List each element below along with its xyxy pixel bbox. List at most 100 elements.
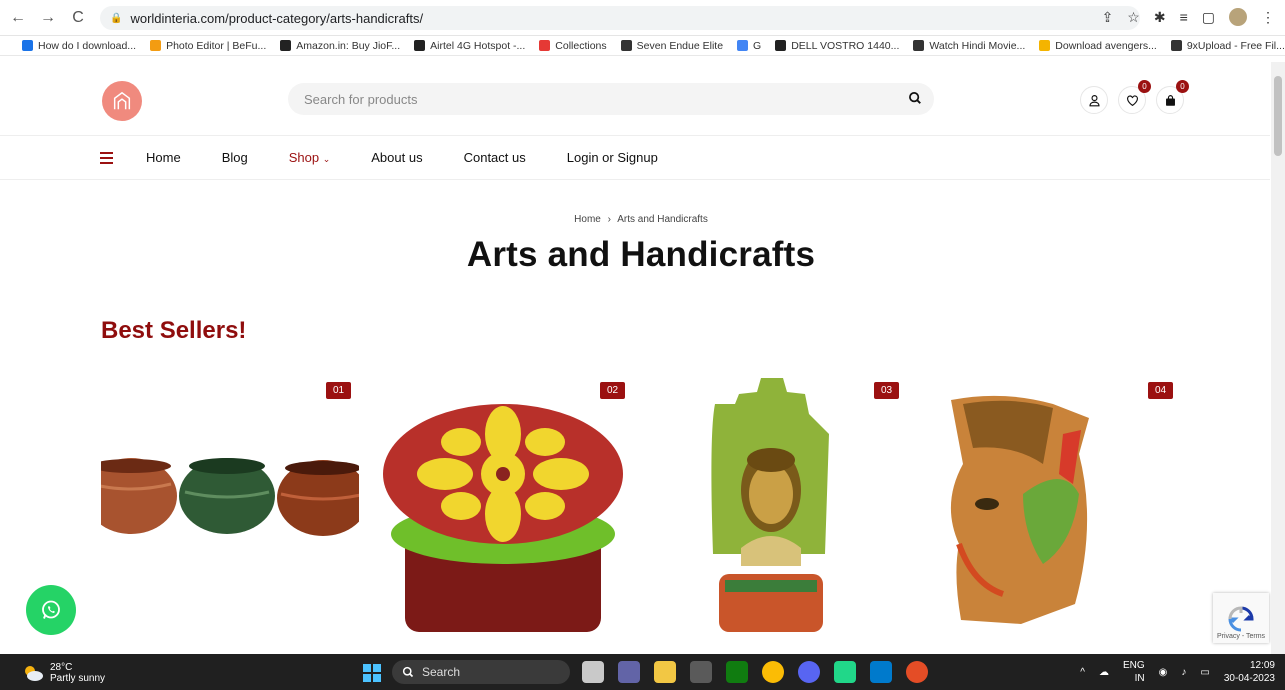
xbox-icon[interactable]: [726, 661, 748, 683]
product-card-4[interactable]: 04: [923, 374, 1181, 632]
wifi-icon[interactable]: ◉: [1159, 667, 1168, 678]
bookmark-item[interactable]: DELL VOSTRO 1440...: [775, 40, 899, 52]
settings-icon[interactable]: [690, 661, 712, 683]
bookmark-item[interactable]: How do I download...: [22, 40, 136, 52]
page-scrollbar[interactable]: [1271, 62, 1285, 654]
bookmark-label: G: [753, 39, 762, 52]
product-image-painted-drum[interactable]: [375, 374, 633, 632]
chrome-icon[interactable]: [762, 661, 784, 683]
wishlist-button[interactable]: 0: [1118, 80, 1151, 114]
vscode-icon[interactable]: [870, 661, 892, 683]
hamburger-menu-icon[interactable]: [100, 152, 113, 167]
bookmark-label: DELL VOSTRO 1440...: [791, 39, 900, 52]
nav-contact[interactable]: Contact us: [464, 150, 526, 165]
main-navigation: Home Blog Shop ⌄ About us Contact us Log…: [0, 137, 1270, 180]
bookmark-item[interactable]: G: [737, 40, 761, 52]
cart-button[interactable]: 0: [1156, 80, 1189, 114]
task-view-icon[interactable]: [582, 661, 604, 683]
windows-start-icon[interactable]: [363, 664, 381, 682]
breadcrumb-home[interactable]: Home: [574, 214, 601, 225]
bookmark-item[interactable]: Airtel 4G Hotspot -...: [414, 40, 525, 52]
taskbar-search[interactable]: Search: [392, 660, 570, 684]
product-image-clay-pots[interactable]: [85, 374, 369, 632]
product-image-buddha-hand[interactable]: [649, 374, 907, 632]
extensions-icon[interactable]: ✱: [1154, 9, 1166, 26]
recaptcha-label: Privacy - Terms: [1216, 633, 1266, 640]
bookmark-label: Seven Endue Elite: [636, 39, 724, 52]
account-button[interactable]: [1080, 86, 1108, 114]
bookmark-label: 9xUpload - Free Fil...: [1186, 39, 1285, 52]
discord-icon[interactable]: [798, 661, 820, 683]
chrome-dev-icon[interactable]: [906, 661, 928, 683]
search-icon[interactable]: [908, 91, 922, 105]
bookmark-item[interactable]: Collections: [539, 39, 607, 52]
teams-chat-icon[interactable]: [618, 661, 640, 683]
star-icon[interactable]: ☆: [1127, 9, 1140, 26]
taskbar-apps: [582, 661, 928, 683]
nav-about[interactable]: About us: [371, 150, 422, 165]
site-logo[interactable]: [102, 81, 142, 121]
recaptcha-badge[interactable]: Privacy - Terms: [1213, 593, 1269, 643]
weather-condition: Partly sunny: [50, 673, 106, 684]
share-icon[interactable]: ⇪: [1102, 9, 1114, 26]
partly-sunny-icon: [25, 666, 43, 681]
url-text: worldinteria.com/product-category/arts-h…: [130, 10, 424, 26]
breadcrumb-separator: ›: [607, 214, 611, 225]
weather-widget[interactable]: 28°C Partly sunny: [22, 662, 105, 684]
bookmark-favicon-icon: [539, 40, 551, 51]
bookmark-favicon-icon: [737, 40, 749, 51]
product-card-3[interactable]: 03: [649, 374, 907, 632]
back-icon[interactable]: ←: [6, 6, 30, 30]
nav-blog[interactable]: Blog: [222, 150, 248, 165]
search-icon: [402, 666, 414, 678]
bookmark-item[interactable]: Photo Editor | BeFu...: [150, 40, 266, 52]
windows-taskbar: 28°C Partly sunny Search ^ ☁ ENG IN ◉ ♪: [0, 654, 1285, 690]
nav-home[interactable]: Home: [146, 150, 181, 165]
bookmark-item[interactable]: Download avengers...: [1039, 40, 1157, 52]
forward-icon[interactable]: →: [36, 6, 60, 30]
menu-icon[interactable]: ⋮: [1261, 9, 1275, 26]
volume-icon[interactable]: ♪: [1181, 667, 1186, 678]
clock-time: 12:09: [1249, 660, 1275, 671]
bookmark-item[interactable]: Watch Hindi Movie...: [913, 40, 1025, 52]
rank-badge: 02: [600, 382, 625, 399]
system-tray: ^ ☁ ENG IN ◉ ♪ ▭ 12:09 30-04-2023: [1080, 659, 1275, 685]
browser-actions: ⇪ ☆ ✱ ≡ ▢ ⋮: [1102, 8, 1275, 26]
search-bar: [288, 83, 934, 115]
side-panel-icon[interactable]: ▢: [1202, 9, 1215, 26]
taskbar-search-label: Search: [422, 665, 461, 679]
whatsapp-icon: [42, 600, 60, 619]
scrollbar-thumb[interactable]: [1274, 76, 1282, 156]
nav-login[interactable]: Login or Signup: [567, 150, 658, 165]
profile-avatar[interactable]: [1229, 8, 1247, 26]
language-indicator[interactable]: ENG IN: [1123, 659, 1145, 685]
product-image-face-vase[interactable]: [923, 374, 1181, 632]
rank-badge: 04: [1148, 382, 1173, 399]
pycharm-icon[interactable]: [834, 661, 856, 683]
onedrive-icon[interactable]: ☁: [1099, 667, 1109, 678]
battery-icon[interactable]: ▭: [1200, 667, 1209, 678]
address-bar[interactable]: 🔒 worldinteria.com/product-category/arts…: [100, 6, 1140, 30]
bookmark-favicon-icon: [414, 40, 426, 51]
recaptcha-icon: [1228, 606, 1254, 632]
bookmark-label: How do I download...: [38, 39, 137, 52]
user-icon: [1088, 94, 1100, 106]
reload-icon[interactable]: C: [66, 6, 90, 30]
product-card-1[interactable]: 01: [85, 374, 369, 632]
bookmark-label: Watch Hindi Movie...: [929, 39, 1026, 52]
chevron-up-icon[interactable]: ^: [1080, 667, 1085, 678]
bookmark-label: Collections: [555, 39, 607, 52]
header-icons: 0 0: [1080, 80, 1189, 114]
bookmark-item[interactable]: Amazon.in: Buy JioF...: [280, 40, 400, 52]
bookmark-item[interactable]: 9xUpload - Free Fil...: [1170, 39, 1285, 52]
nav-shop[interactable]: Shop ⌄: [289, 150, 331, 165]
whatsapp-chat-button[interactable]: [26, 585, 76, 635]
reading-list-icon[interactable]: ≡: [1180, 9, 1188, 25]
product-card-2[interactable]: 02: [375, 374, 633, 632]
taskbar-clock[interactable]: 12:09 30-04-2023: [1224, 659, 1275, 685]
search-input[interactable]: [304, 91, 884, 107]
rank-badge: 03: [874, 382, 899, 399]
rank-badge: 01: [326, 382, 351, 399]
file-explorer-icon[interactable]: [654, 661, 676, 683]
bookmark-item[interactable]: Seven Endue Elite: [620, 39, 724, 52]
